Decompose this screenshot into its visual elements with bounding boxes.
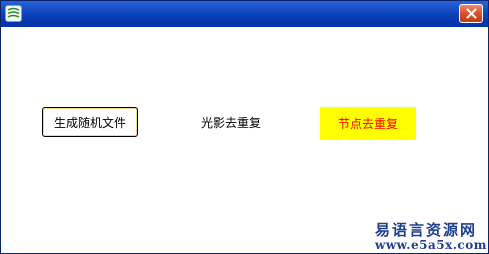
app-icon[interactable] xyxy=(5,5,22,22)
watermark-url: www.e5a5x.com xyxy=(375,238,487,252)
light-shadow-dedupe-button[interactable]: 光影去重复 xyxy=(185,107,277,137)
node-dedupe-button[interactable]: 节点去重复 xyxy=(320,107,416,140)
close-button[interactable] xyxy=(459,4,483,23)
watermark-site-name: 易语言资源网 xyxy=(375,221,478,239)
title-bar[interactable] xyxy=(1,1,488,27)
generate-random-file-button[interactable]: 生成随机文件 xyxy=(42,107,138,137)
app-window: 生成随机文件 光影去重复 节点去重复 易语言资源网 www.e5a5x.com xyxy=(0,0,489,254)
client-area: 生成随机文件 光影去重复 节点去重复 易语言资源网 www.e5a5x.com xyxy=(1,27,488,253)
close-icon xyxy=(466,8,476,19)
